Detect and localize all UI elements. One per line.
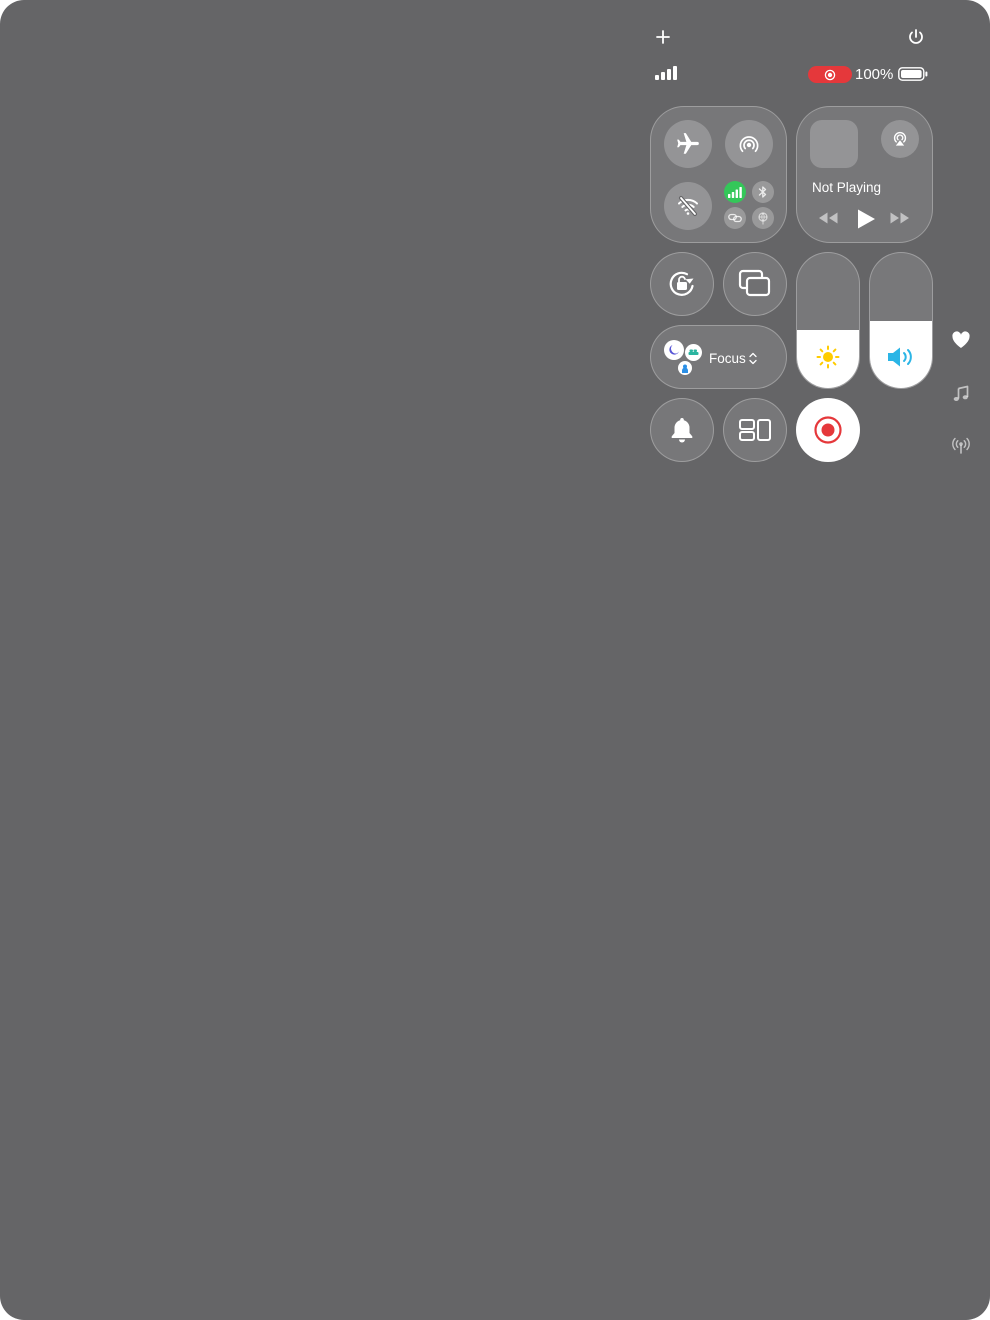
heart-icon[interactable]: [951, 331, 971, 349]
moon-icon: [664, 340, 684, 360]
focus-button[interactable]: Focus: [650, 325, 787, 389]
album-artwork: [810, 120, 858, 168]
personal-hotspot-button[interactable]: [724, 207, 746, 229]
airplane-icon: [675, 131, 701, 157]
play-icon: [855, 208, 877, 230]
now-playing-module[interactable]: Not Playing: [796, 106, 933, 243]
record-icon: [812, 414, 844, 446]
stage-manager-icon: [738, 418, 772, 442]
speaker-icon: [870, 345, 932, 369]
volume-slider[interactable]: [869, 252, 933, 389]
broadcast-icon[interactable]: [951, 437, 971, 455]
power-icon[interactable]: [902, 23, 930, 51]
cellular-icon: [728, 186, 742, 198]
music-note-icon[interactable]: [952, 385, 970, 403]
silent-mode-button[interactable]: [650, 398, 714, 462]
airplane-mode-button[interactable]: [664, 120, 712, 168]
rotation-lock-icon: [664, 266, 700, 302]
vpn-icon: [757, 211, 769, 225]
now-playing-status: Not Playing: [812, 180, 882, 195]
airplay-icon: [890, 129, 910, 149]
cellular-data-button[interactable]: [724, 181, 746, 203]
bluetooth-icon: [758, 185, 768, 199]
bluetooth-button[interactable]: [752, 181, 774, 203]
screen-recording-button[interactable]: [796, 398, 860, 462]
airdrop-icon: [737, 132, 761, 156]
signal-strength-icon: [655, 66, 679, 80]
fast-forward-icon: [889, 211, 911, 225]
screen-mirroring-icon: [738, 269, 772, 299]
person-icon: [678, 361, 692, 375]
wifi-button[interactable]: [664, 182, 712, 230]
vpn-button[interactable]: [752, 207, 774, 229]
brightness-slider[interactable]: [796, 252, 860, 389]
screen-mirroring-button[interactable]: [723, 252, 787, 316]
airplay-button[interactable]: [881, 120, 919, 158]
connectivity-module: [650, 106, 787, 243]
play-button[interactable]: [855, 208, 877, 230]
airdrop-button[interactable]: [725, 120, 773, 168]
rewind-icon: [817, 211, 839, 225]
stage-manager-button[interactable]: [723, 398, 787, 462]
battery-percentage: 100%: [855, 66, 894, 83]
control-center-screen: 100% Not Playing Focus: [0, 0, 990, 1320]
screen-recording-indicator[interactable]: [808, 66, 852, 83]
sun-icon: [797, 344, 859, 370]
add-icon[interactable]: [650, 24, 676, 50]
fast-forward-button[interactable]: [889, 211, 911, 225]
bell-icon: [669, 416, 695, 444]
focus-label: Focus: [709, 351, 746, 366]
battery-icon: [898, 67, 928, 81]
link-icon: [728, 213, 742, 223]
chevron-up-down-icon: [749, 352, 757, 365]
rewind-button[interactable]: [817, 211, 839, 225]
orientation-lock-button[interactable]: [650, 252, 714, 316]
wifi-off-icon: [676, 194, 700, 218]
bed-icon: [685, 344, 702, 361]
